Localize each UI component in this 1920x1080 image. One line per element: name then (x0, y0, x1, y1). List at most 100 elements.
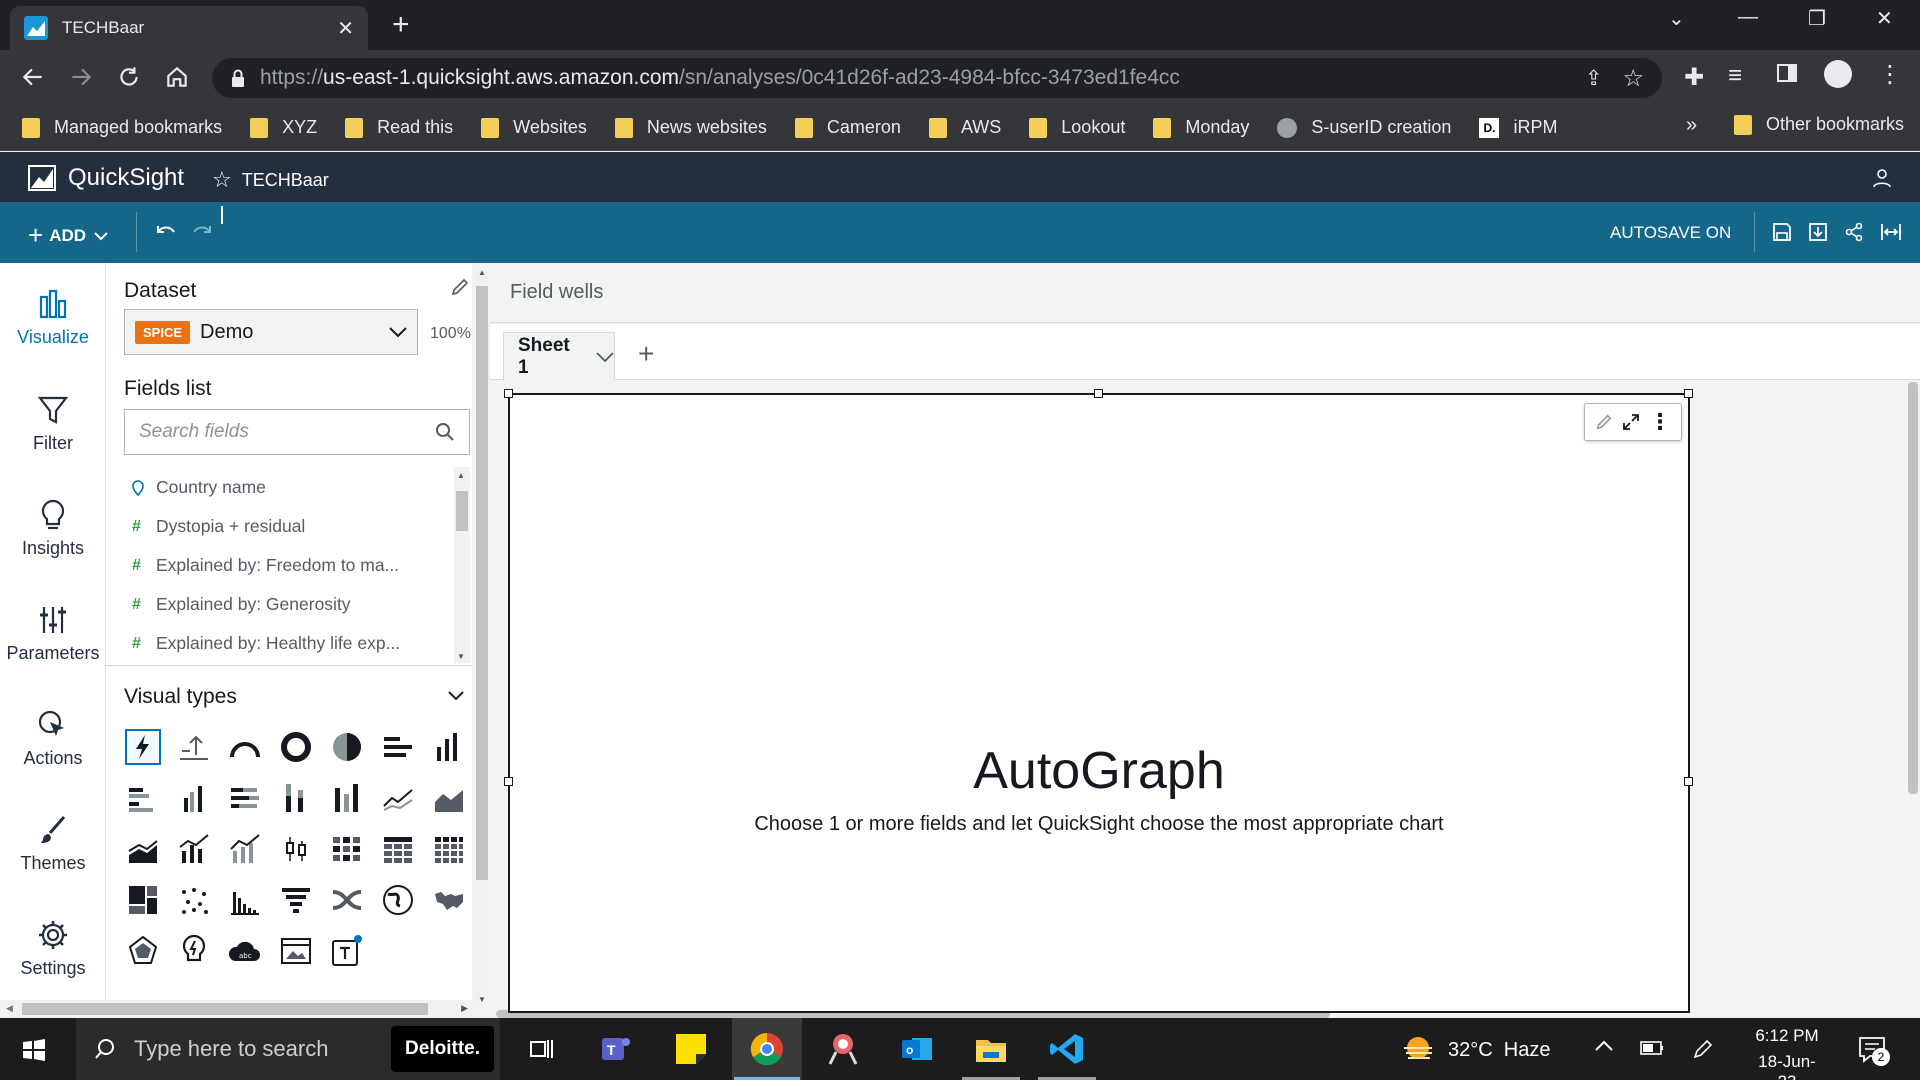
tab-close-icon[interactable]: ✕ (337, 16, 354, 41)
resize-handle[interactable] (504, 777, 513, 786)
gauge-visual-type-icon[interactable] (227, 729, 263, 765)
user-icon[interactable] (1872, 168, 1892, 188)
bookmark-item[interactable]: XYZ (250, 117, 317, 138)
rail-themes[interactable]: Themes (0, 813, 106, 874)
bookmark-item[interactable]: News websites (614, 117, 767, 138)
bookmark-item[interactable]: Lookout (1029, 117, 1125, 138)
custom-visual-type-icon[interactable] (278, 933, 314, 969)
bookmark-item[interactable]: Read this (345, 117, 453, 138)
bookmark-item[interactable]: Monday (1153, 117, 1249, 138)
task-view-icon[interactable] (522, 1030, 560, 1068)
panel-scrollbar[interactable]: ▲ ▼ (474, 264, 490, 1008)
bookmark-item[interactable]: D. iRPM (1479, 117, 1557, 138)
outlook-icon[interactable]: o (898, 1030, 936, 1068)
scatter-visual-type-icon[interactable] (176, 882, 212, 918)
box-plot-visual-type-icon[interactable] (278, 831, 314, 867)
chevron-down-icon[interactable] (596, 351, 614, 363)
field-item[interactable]: # Explained by: Freedom to ma... (132, 555, 399, 576)
field-wells-bar[interactable]: Field wells (490, 263, 1920, 323)
snipping-tool-icon[interactable] (824, 1030, 862, 1068)
scroll-right-icon[interactable]: ▶ (461, 1003, 468, 1014)
rail-settings[interactable]: Settings (0, 918, 106, 979)
autograph-visual[interactable]: ⋮ AutoGraph Choose 1 or more fields and … (508, 393, 1690, 1013)
undo-icon[interactable] (154, 222, 178, 240)
line-visual-type-icon[interactable] (380, 780, 416, 816)
stacked-bar-visual-type-icon[interactable] (227, 780, 263, 816)
fields-scrollbar[interactable]: ▲ ▼ (454, 467, 470, 663)
notifications-icon[interactable]: 2 (1858, 1036, 1890, 1066)
deloitte-logo[interactable]: Deloitte. (391, 1026, 494, 1072)
collapse-chevron-icon[interactable] (448, 691, 464, 701)
weather-text[interactable]: 32°C Haze (1448, 1039, 1551, 1062)
points-on-map-visual-type-icon[interactable] (431, 882, 467, 918)
share-icon[interactable]: ⇪ (1585, 66, 1603, 91)
export-icon[interactable] (1808, 222, 1828, 242)
scroll-thumb[interactable] (476, 286, 488, 880)
expand-icon[interactable] (1621, 412, 1641, 432)
scroll-thumb[interactable] (22, 1003, 428, 1015)
scroll-down-icon[interactable]: ▼ (478, 995, 486, 1004)
percent-column-visual-type-icon[interactable] (329, 780, 365, 816)
file-explorer-icon[interactable] (972, 1030, 1010, 1068)
clustered-bar-visual-type-icon[interactable] (125, 780, 161, 816)
autosave-status[interactable]: AUTOSAVE ON (1610, 223, 1731, 243)
favorite-star-icon[interactable]: ☆ (212, 167, 232, 193)
field-item[interactable]: # Explained by: Healthy life exp... (132, 633, 400, 654)
donut-visual-type-icon[interactable] (278, 729, 314, 765)
windows-start-icon[interactable] (22, 1038, 46, 1062)
histogram-visual-type-icon[interactable] (227, 882, 263, 918)
bookmark-item[interactable]: S-userID creation (1277, 117, 1451, 138)
profile-avatar-icon[interactable] (1824, 60, 1852, 88)
clustered-column-visual-type-icon[interactable] (176, 780, 212, 816)
rail-insights[interactable]: Insights (0, 498, 106, 559)
edit-visual-icon[interactable] (1595, 413, 1613, 431)
scroll-down-icon[interactable]: ▼ (457, 652, 465, 661)
heat-map-visual-type-icon[interactable] (329, 831, 365, 867)
horizontal-bar-visual-type-icon[interactable] (380, 729, 416, 765)
resize-handle[interactable] (504, 389, 513, 398)
rail-parameters[interactable]: Parameters (0, 603, 106, 664)
resize-handle[interactable] (1684, 777, 1693, 786)
field-item[interactable]: # Dystopia + residual (132, 516, 305, 537)
dataset-select[interactable]: SPICE Demo (124, 309, 418, 355)
autograph-visual-type-icon[interactable] (125, 729, 161, 765)
chevron-up-icon[interactable] (1594, 1038, 1614, 1054)
minimize-button[interactable]: — (1738, 6, 1758, 29)
more-options-icon[interactable]: ⋮ (1649, 409, 1671, 435)
scroll-left-icon[interactable]: ◀ (6, 1003, 13, 1014)
quicksight-logo[interactable]: QuickSight (28, 164, 184, 192)
close-window-button[interactable]: ✕ (1876, 6, 1893, 31)
scroll-up-icon[interactable]: ▲ (457, 471, 465, 480)
rail-visualize[interactable]: Visualize (0, 287, 106, 348)
media-icon[interactable]: ≡ (1728, 62, 1742, 90)
pen-icon[interactable] (1692, 1038, 1714, 1060)
bookmark-item[interactable]: Managed bookmarks (22, 117, 222, 138)
weather-haze-icon[interactable] (1400, 1034, 1436, 1066)
panel-horizontal-scrollbar[interactable]: ◀ ▶ (0, 1000, 474, 1018)
stacked-area-visual-type-icon[interactable] (125, 831, 161, 867)
taskbar-search-box[interactable]: Type here to search Deloitte. (76, 1018, 500, 1080)
area-visual-type-icon[interactable] (431, 780, 467, 816)
rail-actions[interactable]: Actions (0, 708, 106, 769)
bookmarks-overflow-icon[interactable]: » (1686, 114, 1697, 137)
scroll-up-icon[interactable]: ▲ (478, 268, 486, 277)
field-item[interactable]: Country name (132, 477, 266, 498)
rail-filter[interactable]: Filter (0, 393, 106, 454)
bookmark-item[interactable]: AWS (928, 117, 1001, 138)
bookmark-item[interactable]: Websites (481, 117, 587, 138)
tree-map-visual-type-icon[interactable] (125, 882, 161, 918)
menu-kebab-icon[interactable]: ⋮ (1878, 60, 1902, 89)
tab-search-icon[interactable]: ⌄ (1668, 6, 1685, 31)
home-icon[interactable] (164, 64, 190, 90)
forward-icon[interactable] (68, 64, 94, 90)
sticky-notes-icon[interactable] (672, 1030, 710, 1068)
save-icon[interactable] (1772, 222, 1792, 242)
scroll-thumb[interactable] (456, 491, 468, 531)
analysis-title[interactable]: ☆ TECHBaar (212, 167, 329, 193)
field-item[interactable]: # Explained by: Generosity (132, 594, 351, 615)
restore-button[interactable]: ❐ (1808, 6, 1826, 31)
table-visual-type-icon[interactable] (431, 831, 467, 867)
stacked-column-visual-type-icon[interactable] (278, 780, 314, 816)
share-icon[interactable] (1844, 222, 1864, 242)
vscode-icon[interactable] (1048, 1030, 1086, 1068)
